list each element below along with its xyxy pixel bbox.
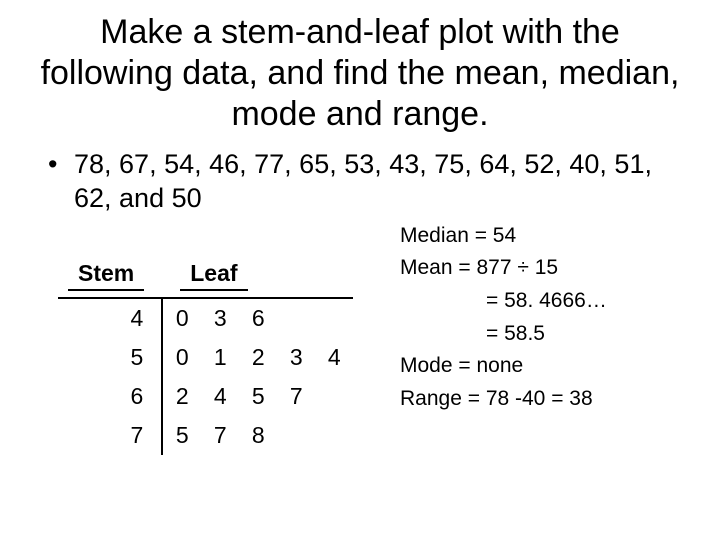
data-values: 78, 67, 54, 46, 77, 65, 53, 43, 75, 64, … xyxy=(74,149,652,213)
leaf-cell xyxy=(277,416,315,455)
stem-cell: 5 xyxy=(58,338,162,377)
data-list: •78, 67, 54, 46, 77, 65, 53, 43, 75, 64,… xyxy=(48,148,680,216)
leaf-cell: 3 xyxy=(277,338,315,377)
leaf-cell: 6 xyxy=(239,298,277,338)
stem-header: Stem xyxy=(68,260,144,291)
leaf-cell: 7 xyxy=(201,416,239,455)
leaf-cell: 8 xyxy=(239,416,277,455)
leaf-cell: 4 xyxy=(201,377,239,416)
leaf-cell: 3 xyxy=(201,298,239,338)
bullet-icon: • xyxy=(48,148,74,182)
statistics: Median = 54 Mean = 877 ÷ 15 = 58. 4666… … xyxy=(400,220,607,415)
table-row: 6 2 4 5 7 xyxy=(58,377,353,416)
leaf-cell: 4 xyxy=(315,338,353,377)
stem-leaf-plot: Stem Leaf 4 0 3 6 5 0 1 2 3 4 xyxy=(40,256,400,455)
leaf-cell: 0 xyxy=(162,298,201,338)
leaf-cell xyxy=(315,298,353,338)
leaf-cell: 7 xyxy=(277,377,315,416)
leaf-header: Leaf xyxy=(180,260,247,291)
table-row: 5 0 1 2 3 4 xyxy=(58,338,353,377)
leaf-cell: 1 xyxy=(201,338,239,377)
mean-decimal: = 58. 4666… xyxy=(400,285,607,318)
mean-rounded: = 58.5 xyxy=(400,318,607,351)
leaf-cell: 2 xyxy=(162,377,201,416)
mode-line: Mode = none xyxy=(400,350,607,383)
page-title: Make a stem-and-leaf plot with the follo… xyxy=(40,12,680,134)
range-line: Range = 78 -40 = 38 xyxy=(400,383,607,416)
leaf-cell: 5 xyxy=(239,377,277,416)
table-row: 7 5 7 8 xyxy=(58,416,353,455)
leaf-cell: 5 xyxy=(162,416,201,455)
leaf-cell xyxy=(315,416,353,455)
leaf-cell xyxy=(277,298,315,338)
leaf-cell: 0 xyxy=(162,338,201,377)
mean-expression: Mean = 877 ÷ 15 xyxy=(400,252,607,285)
median-line: Median = 54 xyxy=(400,220,607,253)
leaf-cell xyxy=(315,377,353,416)
leaf-cell: 2 xyxy=(239,338,277,377)
table-row: 4 0 3 6 xyxy=(58,298,353,338)
stem-cell: 6 xyxy=(58,377,162,416)
stem-cell: 4 xyxy=(58,298,162,338)
stem-cell: 7 xyxy=(58,416,162,455)
